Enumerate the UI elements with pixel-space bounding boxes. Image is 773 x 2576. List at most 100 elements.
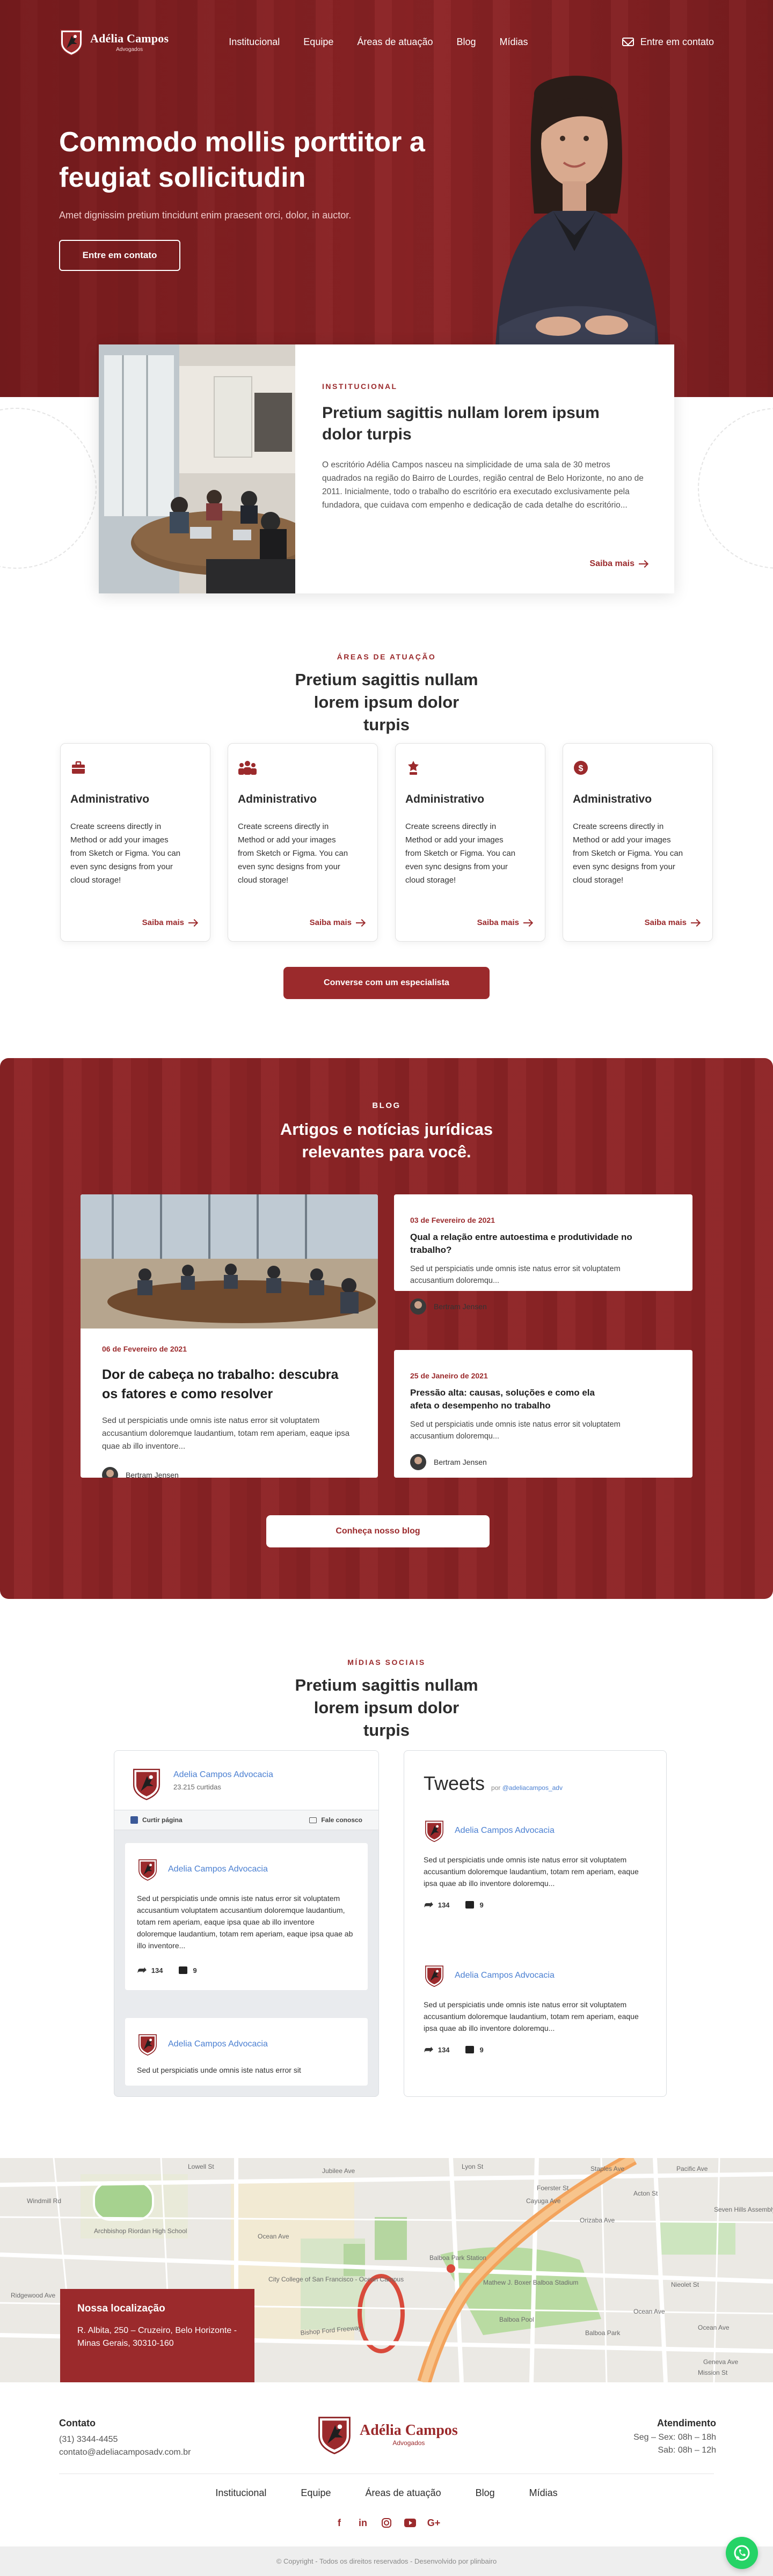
footer-nav-institucional[interactable]: Institucional [215,2487,266,2499]
map-label: Balboa Pool [499,2316,534,2323]
facebook-message-button[interactable]: Fale conosco [309,1816,362,1824]
specialist-cta-button[interactable]: Converse com um especialista [283,967,490,999]
area-card[interactable]: Administrativo Create screens directly i… [60,743,210,942]
post-title[interactable]: Pressão alta: causas, soluções e como el… [410,1386,614,1412]
area-card-more-link[interactable]: Saiba mais [310,918,364,927]
post-text: Sed ut perspiciatis unde omnis iste natu… [137,2066,301,2074]
institucional-more-link[interactable]: Saiba mais [589,559,647,569]
map-label: Ridgewood Ave [11,2292,56,2299]
tweet: Adelia Campos Advocacia Sed ut perspicia… [424,1819,649,1910]
post-excerpt: Sed ut perspiciatis unde omnis iste natu… [410,1265,621,1285]
nav-item-equipe[interactable]: Equipe [303,36,333,48]
nav-item-midias[interactable]: Mídias [500,36,528,48]
share-icon: ➦ [137,1964,146,1976]
avatar [410,1454,426,1470]
areas-eyebrow: ÁREAS DE ATUAÇÃO [337,652,436,661]
area-card[interactable]: $ Administrativo Create screens directly… [563,743,713,942]
footer-menu: Institucional Equipe Áreas de atuação Bl… [0,2487,773,2499]
area-card-more-link[interactable]: Saiba mais [477,918,532,927]
arrow-right-icon [188,922,197,923]
post-date: 03 de Fevereiro de 2021 [410,1216,495,1224]
post-author-name[interactable]: Adelia Campos Advocacia [168,2039,268,2049]
footer-phone[interactable]: (31) 3344-4455 [59,2433,191,2446]
featured-post-card[interactable]: 06 de Fevereiro de 2021 Dor de cabeça no… [81,1194,378,1478]
tweets-title: Tweets [424,1772,485,1794]
facebook-page-name[interactable]: Adelia Campos Advocacia [173,1770,273,1780]
footer-nav-equipe[interactable]: Equipe [301,2487,331,2499]
facebook-icon[interactable]: f [333,2516,346,2529]
post-author-name[interactable]: Adelia Campos Advocacia [455,1971,555,1980]
facebook-post: Adelia Campos Advocacia Sed ut perspicia… [125,1843,368,1990]
post-author: Bertram Jensen [102,1467,378,1478]
share-action[interactable]: ➦ 134 [424,2044,449,2055]
comment-action[interactable]: 9 [179,1966,197,1975]
post-title[interactable]: Qual a relação entre autoestima e produt… [410,1231,646,1257]
footer-nav-midias[interactable]: Mídias [529,2487,558,2499]
blog-cta-button[interactable]: Conheça nosso blog [266,1515,490,1547]
map-label: Lyon St [462,2163,484,2170]
facebook-post: Adelia Campos Advocacia Sed ut perspicia… [125,2018,368,2086]
comment-action[interactable]: 9 [465,2046,484,2054]
post-author-name[interactable]: Adelia Campos Advocacia [455,1826,555,1836]
share-action[interactable]: ➦ 134 [137,1964,163,1976]
area-card-title: Administrativo [573,793,652,805]
social-title: Pretium sagittis nullam lorem ipsum dolo… [295,1676,478,1740]
location-card: Nossa localização R. Albita, 250 – Cruze… [60,2289,254,2382]
footer-socials: f in G+ [0,2516,773,2529]
post-excerpt: Sed ut perspiciatis unde omnis iste natu… [102,1416,350,1451]
post-card[interactable]: 25 de Janeiro de 2021 Pressão alta: caus… [394,1350,692,1478]
award-icon [405,760,421,776]
area-card-more-link[interactable]: Saiba mais [142,918,197,927]
footer-nav-areas[interactable]: Áreas de atuação [365,2487,441,2499]
area-card-more-link[interactable]: Saiba mais [645,918,699,927]
post-author-name[interactable]: Adelia Campos Advocacia [168,1865,268,1874]
post-date: 06 de Fevereiro de 2021 [102,1345,187,1353]
google-plus-icon[interactable]: G+ [427,2516,441,2529]
map-label: Lowell St [188,2163,214,2170]
blog-eyebrow: BLOG [372,1101,401,1110]
location-map[interactable]: Jubilee Ave Windmill Rd Bishop Ford Free… [0,2158,773,2382]
share-action[interactable]: ➦ 134 [424,1899,449,1910]
footer-logo[interactable]: Adélia Campos Advogados [317,2414,458,2454]
nav-contact-link[interactable]: Entre em contato [622,36,714,48]
area-card[interactable]: Administrativo Create screens directly i… [395,743,545,942]
nav-item-areas[interactable]: Áreas de atuação [357,36,433,48]
whatsapp-icon [734,2545,750,2561]
youtube-icon[interactable] [404,2516,417,2529]
map-label: Windmill Rd [27,2197,61,2205]
facebook-like-button[interactable]: Curtir página [130,1816,183,1824]
map-label: Ocean Ave [258,2233,289,2240]
footer-nav-blog[interactable]: Blog [476,2487,495,2499]
areas-title: Pretium sagittis nullam lorem ipsum dolo… [295,670,478,734]
brand-logo[interactable]: Adélia Campos Advogados [59,28,169,56]
footer-email[interactable]: contato@adeliacamposadv.com.br [59,2446,191,2459]
location-address: R. Albita, 250 – Cruzeiro, Belo Horizont… [77,2326,237,2348]
nav-item-institucional[interactable]: Institucional [229,36,280,48]
area-card-text: Create screens directly in Method or add… [238,822,348,885]
shield-logo-icon [424,1964,445,1987]
whatsapp-button[interactable] [726,2537,758,2569]
message-icon [309,1817,317,1823]
nav-item-blog[interactable]: Blog [456,36,476,48]
hero-cta-button[interactable]: Entre em contato [59,240,180,271]
arrow-right-icon [639,563,647,564]
main-menu: Institucional Equipe Áreas de atuação Bl… [229,36,528,48]
arrow-right-icon [691,922,699,923]
comment-action[interactable]: 9 [465,1901,484,1909]
twitter-widget: Tweets por @adeliacampos_adv Adelia Camp… [404,1750,667,2097]
post-excerpt: Sed ut perspiciatis unde omnis iste natu… [410,1420,621,1441]
post-card[interactable]: 03 de Fevereiro de 2021 Qual a relação e… [394,1194,692,1315]
area-card[interactable]: Administrativo Create screens directly i… [228,743,378,942]
linkedin-icon[interactable]: in [356,2516,369,2529]
map-label: Seven Hills Assembly of God [714,2206,773,2213]
map-label: Foerster St [537,2184,569,2192]
post-title[interactable]: Dor de cabeça no trabalho: descubra os f… [102,1365,354,1404]
map-label: Ocean Ave [698,2324,730,2331]
instagram-icon[interactable] [380,2516,393,2529]
shield-logo-icon [317,2414,352,2454]
institucional-title: Pretium sagittis nullam lorem ipsum dolo… [322,404,600,443]
money-icon: $ [573,760,589,776]
shield-logo-icon [59,28,84,56]
meeting-room-image [81,1194,378,1329]
twitter-handle[interactable]: @adeliacampos_adv [502,1784,563,1792]
